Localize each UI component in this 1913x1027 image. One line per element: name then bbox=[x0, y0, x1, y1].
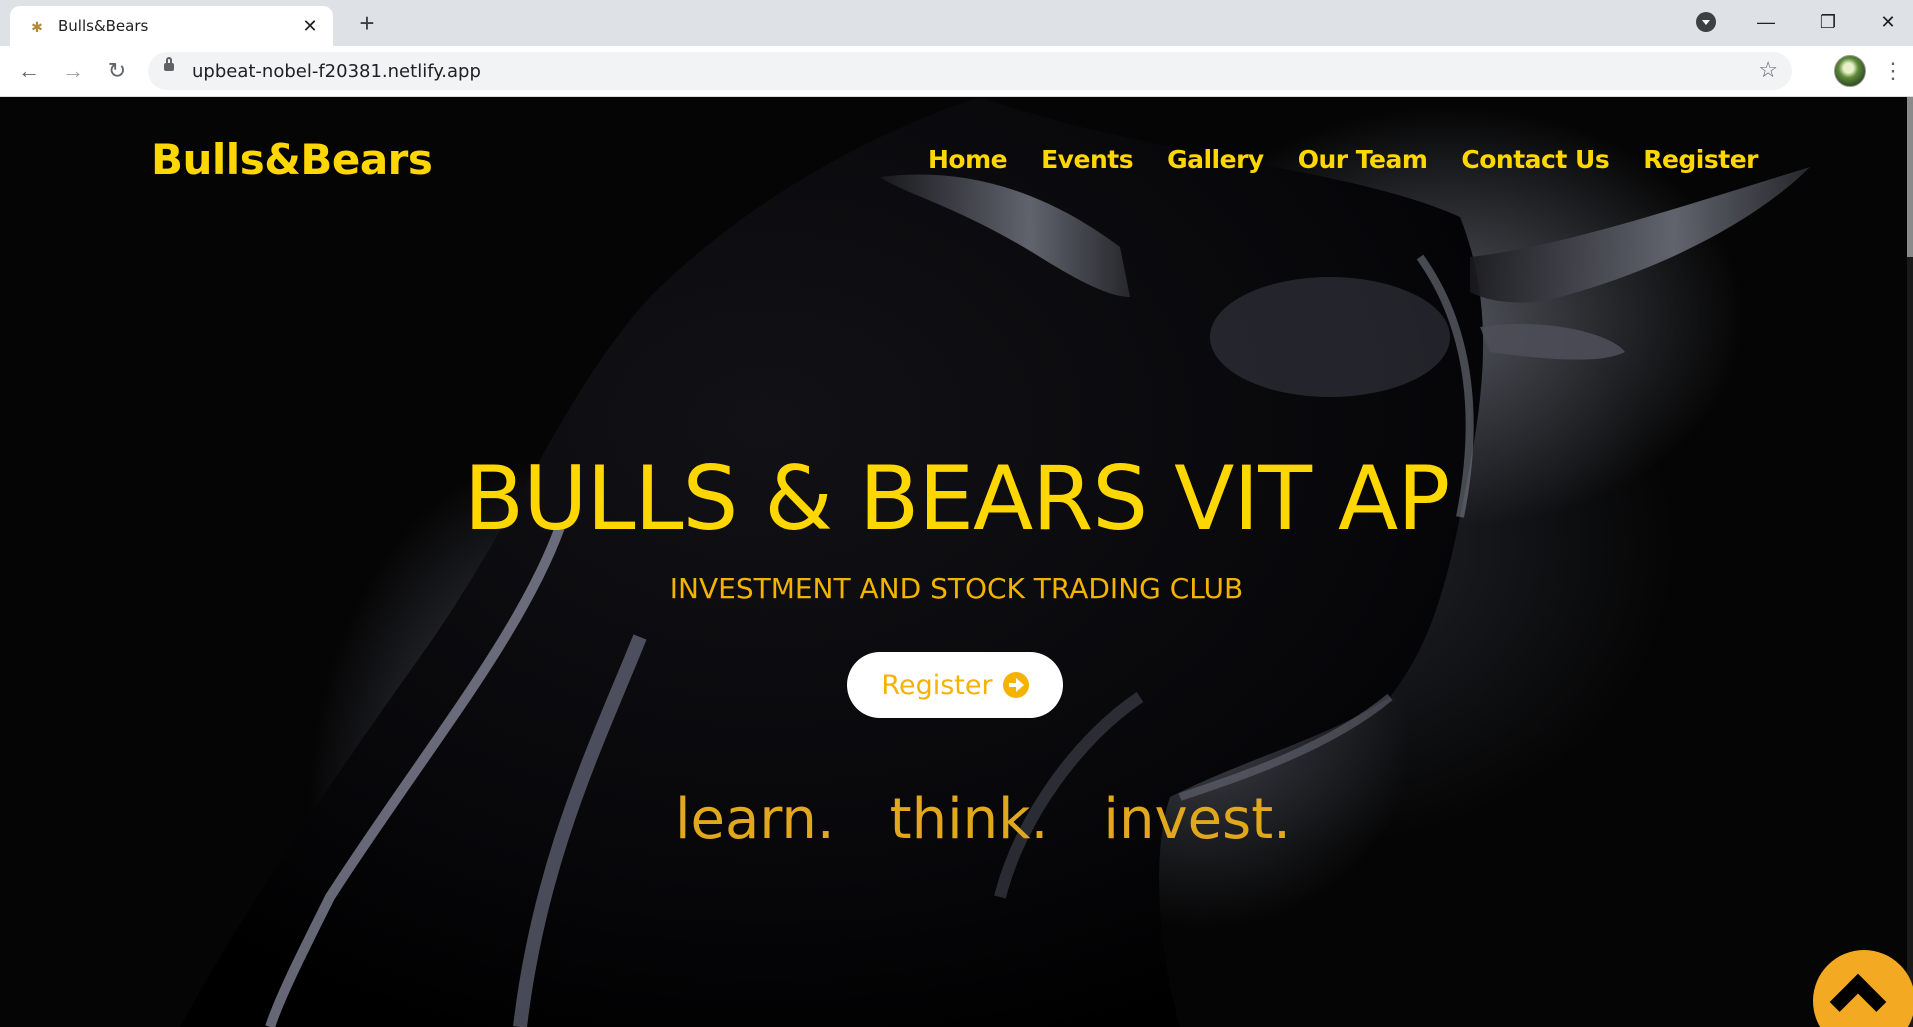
tagline-invest: invest. bbox=[1103, 787, 1291, 852]
close-window-icon[interactable]: ✕ bbox=[1868, 6, 1908, 38]
arrow-circle-right-icon bbox=[1002, 672, 1029, 698]
maximize-icon[interactable]: ❐ bbox=[1808, 6, 1848, 38]
page-scrollbar[interactable] bbox=[1907, 97, 1913, 1027]
reload-icon[interactable]: ↻ bbox=[102, 56, 132, 86]
nav-register[interactable]: Register bbox=[1643, 145, 1758, 174]
tab-title: Bulls&Bears bbox=[58, 17, 149, 35]
tagline: learn. think. invest. bbox=[675, 787, 1291, 852]
forward-icon[interactable]: → bbox=[58, 56, 88, 86]
register-button[interactable]: Register bbox=[847, 652, 1063, 718]
new-tab-icon[interactable]: + bbox=[352, 8, 382, 38]
nav-our-team[interactable]: Our Team bbox=[1298, 145, 1428, 174]
profile-dropdown-icon[interactable] bbox=[1696, 12, 1716, 32]
address-bar[interactable]: upbeat-nobel-f20381.netlify.app ☆ bbox=[148, 52, 1792, 90]
main-nav: Home Events Gallery Our Team Contact Us … bbox=[928, 145, 1758, 174]
nav-contact-us[interactable]: Contact Us bbox=[1461, 145, 1609, 174]
browser-tab[interactable]: ✱ Bulls&Bears ✕ bbox=[10, 6, 333, 46]
back-icon[interactable]: ← bbox=[14, 56, 44, 86]
hero-title: BULLS & BEARS VIT AP bbox=[463, 447, 1451, 550]
bookmark-star-icon[interactable]: ☆ bbox=[1758, 57, 1778, 83]
browser-tab-bar: ✱ Bulls&Bears ✕ + — ❐ ✕ bbox=[0, 0, 1913, 46]
hero-subtitle: INVESTMENT AND STOCK TRADING CLUB bbox=[669, 572, 1244, 605]
hero-section: Bulls&Bears Home Events Gallery Our Team… bbox=[0, 97, 1913, 1027]
scrollbar-thumb[interactable] bbox=[1907, 97, 1913, 257]
site-logo[interactable]: Bulls&Bears bbox=[151, 135, 433, 184]
nav-home[interactable]: Home bbox=[928, 145, 1008, 174]
minimize-icon[interactable]: — bbox=[1746, 6, 1786, 38]
close-tab-icon[interactable]: ✕ bbox=[299, 15, 321, 37]
lock-icon bbox=[164, 57, 174, 71]
menu-dots-icon[interactable]: ⋮ bbox=[1882, 56, 1904, 86]
url-text[interactable]: upbeat-nobel-f20381.netlify.app bbox=[192, 61, 481, 82]
tagline-think: think. bbox=[889, 787, 1049, 852]
browser-toolbar: ← → ↻ upbeat-nobel-f20381.netlify.app ☆ … bbox=[0, 46, 1913, 97]
nav-events[interactable]: Events bbox=[1041, 145, 1133, 174]
bull-background-image bbox=[180, 97, 1810, 1027]
tagline-learn: learn. bbox=[675, 787, 835, 852]
nav-gallery[interactable]: Gallery bbox=[1167, 145, 1264, 174]
avatar[interactable] bbox=[1834, 55, 1866, 87]
register-button-label: Register bbox=[881, 669, 993, 701]
favicon-icon: ✱ bbox=[31, 19, 43, 35]
